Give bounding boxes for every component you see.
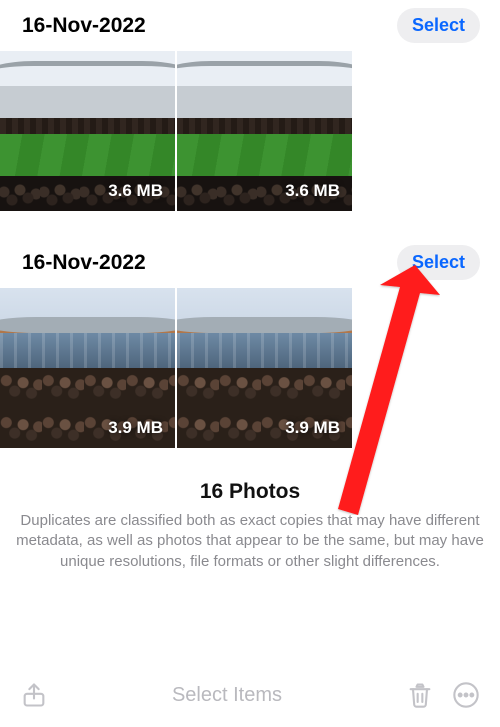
file-size-badge: 3.6 MB (108, 181, 163, 201)
photo-thumbnail[interactable]: 3.9 MB (0, 288, 175, 448)
file-size-badge: 3.9 MB (108, 418, 163, 438)
file-size-badge: 3.9 MB (285, 418, 340, 438)
photo-thumbnail[interactable]: 3.9 MB (177, 288, 352, 448)
duplicate-group: 16-Nov-2022 Select 3.9 MB 3.9 MB (0, 237, 500, 448)
group-header: 16-Nov-2022 Select (0, 237, 500, 288)
select-button[interactable]: Select (397, 245, 480, 280)
select-items-button[interactable]: Select Items (66, 684, 388, 707)
select-button[interactable]: Select (397, 8, 480, 43)
thumbnail-row: 3.6 MB 3.6 MB (0, 51, 500, 211)
trash-icon[interactable] (406, 681, 434, 709)
photo-thumbnail[interactable]: 3.6 MB (0, 51, 175, 211)
share-icon[interactable] (20, 681, 48, 709)
more-icon[interactable] (452, 681, 480, 709)
group-header: 16-Nov-2022 Select (0, 0, 500, 51)
file-size-badge: 3.6 MB (285, 181, 340, 201)
duplicate-group: 16-Nov-2022 Select 3.6 MB 3.6 MB (0, 0, 500, 211)
bottom-toolbar: Select Items (0, 663, 500, 727)
photo-thumbnail[interactable]: 3.6 MB (177, 51, 352, 211)
summary-section: 16 Photos Duplicates are classified both… (0, 480, 500, 572)
group-date: 16-Nov-2022 (22, 251, 146, 275)
thumbnail-row: 3.9 MB 3.9 MB (0, 288, 500, 448)
summary-title: 16 Photos (14, 480, 486, 504)
summary-description: Duplicates are classified both as exact … (14, 511, 486, 572)
group-date: 16-Nov-2022 (22, 14, 146, 38)
